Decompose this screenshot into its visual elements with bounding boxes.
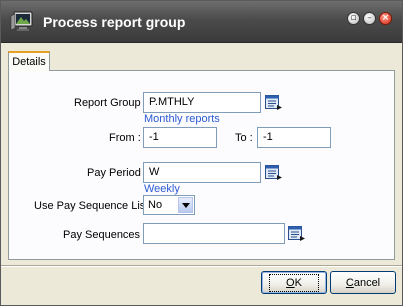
cancel-button-label: Cancel bbox=[345, 276, 381, 289]
report-group-label: Report Group : bbox=[74, 97, 147, 109]
to-field[interactable]: -1 bbox=[257, 127, 331, 148]
pay-sequences-field[interactable] bbox=[143, 223, 285, 244]
restore-icon[interactable]: ▫ bbox=[347, 12, 360, 25]
to-label: To : bbox=[235, 132, 253, 144]
pay-period-field[interactable]: W bbox=[143, 162, 261, 183]
chevron-down-icon[interactable] bbox=[178, 197, 193, 213]
window-title: Process report group bbox=[43, 14, 186, 30]
process-report-group-dialog: Process report group ▫ – × Details Repor… bbox=[0, 0, 403, 306]
report-group-field[interactable]: P.MTHLY bbox=[143, 92, 261, 113]
monitor-app-icon bbox=[10, 11, 33, 31]
minimize-icon[interactable]: – bbox=[363, 12, 376, 25]
report-group-lookup-icon[interactable] bbox=[265, 95, 283, 111]
close-icon[interactable]: × bbox=[379, 12, 392, 25]
from-label: From : bbox=[109, 132, 141, 144]
cancel-button[interactable]: Cancel bbox=[330, 271, 396, 294]
pay-sequences-label: Pay Sequences : bbox=[63, 229, 147, 241]
ok-button-label: OK bbox=[269, 273, 319, 292]
title-bar[interactable]: Process report group ▫ – × bbox=[1, 1, 402, 43]
pay-period-label: Pay Period : bbox=[87, 167, 147, 179]
tab-details[interactable]: Details bbox=[8, 51, 50, 71]
from-field[interactable]: -1 bbox=[143, 127, 217, 148]
footer-divider bbox=[1, 265, 402, 267]
pay-period-lookup-icon[interactable] bbox=[265, 165, 283, 181]
pay-sequences-lookup-icon[interactable] bbox=[288, 226, 306, 242]
ok-button[interactable]: OK bbox=[261, 271, 327, 294]
use-pay-sequence-list-label: Use Pay Sequence List : bbox=[34, 200, 155, 212]
pay-period-hint: Weekly bbox=[144, 183, 180, 195]
use-pay-sequence-list-value: No bbox=[148, 199, 163, 211]
use-pay-sequence-list-select[interactable]: No bbox=[143, 195, 195, 215]
report-group-hint: Monthly reports bbox=[144, 113, 220, 125]
